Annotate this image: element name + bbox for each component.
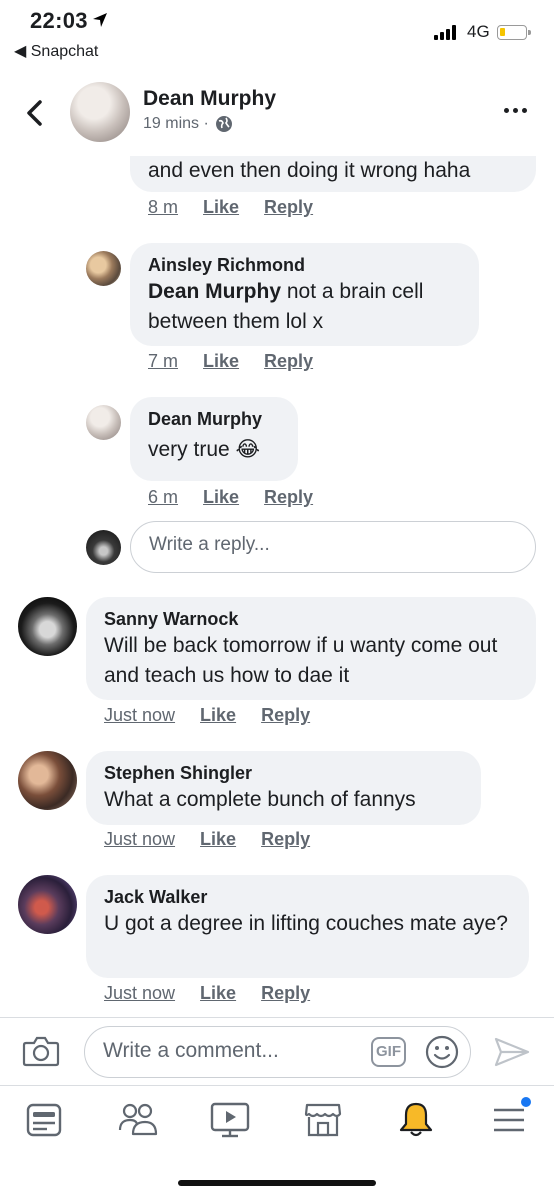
- back-to-app-link[interactable]: ◀ Snapchat: [14, 41, 98, 61]
- avatar: [86, 530, 121, 565]
- watch-icon: [210, 1102, 250, 1138]
- more-options-button[interactable]: [504, 108, 527, 113]
- comment-actions: Just now Like Reply: [104, 983, 310, 1004]
- comment-author[interactable]: Sanny Warnock: [104, 607, 518, 631]
- tab-news-feed[interactable]: [24, 1100, 64, 1140]
- battery-icon: [497, 25, 531, 40]
- comment-bubble: Jack Walker U got a degree in lifting co…: [86, 875, 529, 978]
- like-button[interactable]: Like: [200, 829, 236, 850]
- avatar[interactable]: [70, 82, 130, 142]
- avatar[interactable]: [86, 251, 121, 286]
- avatar[interactable]: [18, 597, 77, 656]
- comment-text: and even then doing it wrong haha: [148, 159, 471, 182]
- like-button[interactable]: Like: [203, 487, 239, 508]
- reply-input[interactable]: Write a reply...: [130, 521, 536, 573]
- comment-text: very true 😂: [148, 438, 261, 461]
- comment-composer: Write a comment... GIF: [0, 1017, 554, 1085]
- back-chevron-icon[interactable]: [22, 98, 48, 128]
- comment-text: U got a degree in lifting couches mate a…: [104, 912, 508, 935]
- comment-author[interactable]: Jack Walker: [104, 885, 511, 909]
- avatar[interactable]: [86, 405, 121, 440]
- news-feed-icon: [26, 1103, 62, 1137]
- comment-bubble: Stephen Shingler What a complete bunch o…: [86, 751, 481, 825]
- comment-actions: Just now Like Reply: [104, 705, 310, 726]
- tab-marketplace[interactable]: [303, 1100, 343, 1140]
- comment-time[interactable]: 8 m: [148, 197, 178, 218]
- menu-notification-dot: [521, 1097, 531, 1107]
- comment-author[interactable]: Dean Murphy: [148, 407, 280, 431]
- menu-icon: [494, 1108, 524, 1132]
- marketplace-icon: [304, 1103, 342, 1137]
- reply-button[interactable]: Reply: [264, 487, 313, 508]
- location-arrow-icon: [93, 13, 107, 27]
- mention[interactable]: Dean Murphy: [148, 280, 281, 303]
- post-author-name[interactable]: Dean Murphy: [143, 87, 276, 111]
- tab-bar: [0, 1085, 554, 1200]
- reply-button[interactable]: Reply: [264, 197, 313, 218]
- comment-text: Will be back tomorrow if u wanty come ou…: [104, 634, 498, 687]
- comment-time[interactable]: 6 m: [148, 487, 178, 508]
- reply-button[interactable]: Reply: [261, 705, 310, 726]
- comment-bubble: Sanny Warnock Will be back tomorrow if u…: [86, 597, 536, 700]
- comment-input[interactable]: Write a comment...: [84, 1026, 471, 1078]
- clock: 22:03: [30, 8, 88, 33]
- groups-icon: [118, 1103, 158, 1136]
- avatar[interactable]: [18, 751, 77, 810]
- like-button[interactable]: Like: [200, 983, 236, 1004]
- comment-time[interactable]: Just now: [104, 829, 175, 850]
- post-time: 19 mins ·: [143, 115, 209, 132]
- comment-actions: Just now Like Reply: [104, 829, 310, 850]
- send-icon[interactable]: [494, 1036, 530, 1068]
- reply-button[interactable]: Reply: [264, 351, 313, 372]
- comment-time[interactable]: Just now: [104, 705, 175, 726]
- post-meta: 19 mins ·: [143, 115, 233, 133]
- signal-icon: [434, 24, 456, 40]
- comment-actions: 6 m Like Reply: [148, 487, 313, 508]
- notifications-icon: [399, 1102, 433, 1137]
- comment-actions: 8 m Like Reply: [148, 197, 313, 218]
- comment-actions: 7 m Like Reply: [148, 351, 313, 372]
- avatar[interactable]: [18, 875, 77, 934]
- comment-time[interactable]: Just now: [104, 983, 175, 1004]
- like-button[interactable]: Like: [200, 705, 236, 726]
- status-bar: 22:03 ◀ Snapchat 4G: [0, 0, 554, 70]
- gif-button[interactable]: GIF: [371, 1037, 406, 1067]
- globe-icon: [215, 116, 232, 132]
- reply-button[interactable]: Reply: [261, 829, 310, 850]
- comment-text: What a complete bunch of fannys: [104, 788, 416, 811]
- reply-bubble: Dean Murphy very true 😂: [130, 397, 298, 481]
- comment-text: Dean Murphy not a brain cell between the…: [148, 277, 461, 337]
- like-button[interactable]: Like: [203, 197, 239, 218]
- network-type: 4G: [467, 22, 490, 41]
- reply-button[interactable]: Reply: [261, 983, 310, 1004]
- camera-icon[interactable]: [22, 1035, 60, 1067]
- tab-groups[interactable]: [118, 1100, 158, 1140]
- comment-author[interactable]: Stephen Shingler: [104, 761, 463, 785]
- home-indicator: [178, 1180, 376, 1186]
- comment-author[interactable]: Ainsley Richmond: [148, 253, 461, 277]
- comment-time[interactable]: 7 m: [148, 351, 178, 372]
- reply-bubble: Ainsley Richmond Dean Murphy not a brain…: [130, 243, 479, 346]
- tab-watch[interactable]: [210, 1100, 250, 1140]
- post-header: Dean Murphy 19 mins ·: [0, 70, 554, 156]
- tab-notifications[interactable]: [396, 1100, 436, 1140]
- emoji-icon[interactable]: [425, 1035, 459, 1069]
- like-button[interactable]: Like: [203, 351, 239, 372]
